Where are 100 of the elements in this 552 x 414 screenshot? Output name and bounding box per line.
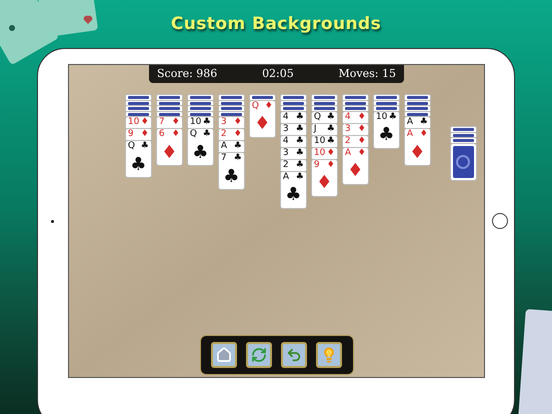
playing-card[interactable]: Q ♦ ♦ xyxy=(248,100,276,138)
card-rank: 10 xyxy=(190,117,202,128)
playing-card[interactable]: 6 ♦ ♦ xyxy=(156,128,183,166)
timer-text: 02:05 xyxy=(262,66,294,82)
card-rank: 3 xyxy=(282,124,289,134)
card-rank: 9 xyxy=(128,129,134,140)
moves-text: Moves: 15 xyxy=(338,66,396,82)
score-text: Score: 986 xyxy=(157,66,218,82)
card-pip: ♣ xyxy=(223,166,240,186)
playing-card[interactable]: 3 ♣ xyxy=(280,122,307,134)
card-rank: Q xyxy=(314,112,321,122)
card-rank: 7 xyxy=(158,117,165,128)
card-suit: ♦ xyxy=(358,124,366,134)
card-suit: ♦ xyxy=(172,117,180,128)
card-suit: ♣ xyxy=(296,160,304,170)
card-pip: ♦ xyxy=(316,173,332,193)
playing-card[interactable]: Q ♣ ♣ xyxy=(124,140,152,178)
playing-card[interactable]: A ♦ ♦ xyxy=(404,128,431,166)
home-button[interactable] xyxy=(492,213,508,229)
refresh-icon xyxy=(251,347,267,363)
playing-card[interactable]: 10 ♣ ♣ xyxy=(372,110,400,148)
playing-card[interactable]: Q ♣ xyxy=(310,110,338,122)
playing-card[interactable]: 10 ♦ xyxy=(124,116,152,128)
playing-card[interactable]: 10 ♣ xyxy=(310,134,338,146)
lightbulb-icon xyxy=(321,347,337,363)
playing-card[interactable]: 4 ♣ xyxy=(280,110,307,122)
toolbar-button[interactable] xyxy=(281,342,307,368)
playing-card[interactable]: J ♣ xyxy=(310,122,338,134)
card-suit: ♣ xyxy=(296,136,304,146)
card-rank: 7 xyxy=(220,153,227,164)
card-suit: ♣ xyxy=(140,141,149,152)
card-suit: ♦ xyxy=(326,148,335,158)
card-suit: ♣ xyxy=(202,129,211,140)
toolbar-button[interactable] xyxy=(316,342,342,368)
card-suit: ♦ xyxy=(172,129,180,140)
playing-card[interactable]: 10 ♦ xyxy=(310,146,338,158)
playing-card[interactable]: Q ♣ ♣ xyxy=(186,128,214,166)
card-rank: 4 xyxy=(282,136,289,146)
card-suit: ♣ xyxy=(326,136,335,146)
playing-card[interactable]: 7 ♣ ♣ xyxy=(218,152,245,190)
card-rank: 3 xyxy=(344,124,351,134)
playing-card[interactable]: 2 ♣ xyxy=(280,158,307,170)
card-suit: ♦ xyxy=(140,117,149,128)
playing-card[interactable]: 2 ♦ xyxy=(218,128,245,140)
playing-card[interactable]: A ♣ ♣ xyxy=(280,170,307,208)
card-suit: ♦ xyxy=(234,117,242,128)
card-rank: A xyxy=(344,148,352,158)
card-suit: ♣ xyxy=(388,112,397,122)
card-rank: J xyxy=(314,124,317,134)
home-icon xyxy=(216,347,232,363)
card-suit: ♣ xyxy=(296,148,304,158)
card-suit: ♣ xyxy=(326,112,335,122)
card-rank: 10 xyxy=(376,112,388,122)
card-pip: ♦ xyxy=(347,161,364,181)
playing-card[interactable]: A ♣ xyxy=(218,140,245,152)
card-suit: ♦ xyxy=(420,129,428,140)
card-pip: ♣ xyxy=(130,154,146,174)
playing-card[interactable]: 7 ♦ xyxy=(156,116,183,128)
undo-icon xyxy=(286,347,302,363)
card-pip: ♣ xyxy=(192,142,208,162)
playing-card[interactable]: 2 ♦ xyxy=(342,134,369,146)
playing-card[interactable]: 3 ♦ xyxy=(218,116,245,128)
card-rank: 2 xyxy=(220,129,227,140)
card-rank: Q xyxy=(190,129,197,140)
card-suit: ♦ xyxy=(358,112,366,122)
card-rank: 10 xyxy=(314,136,326,146)
headline: Custom Backgrounds xyxy=(170,13,382,36)
playing-card[interactable]: 9 ♦ xyxy=(124,128,152,140)
card-suit: ♦ xyxy=(234,129,242,140)
card-pip: ♣ xyxy=(378,125,394,145)
playing-card[interactable]: 3 ♣ xyxy=(280,146,307,158)
playing-card[interactable]: 4 ♦ xyxy=(342,110,369,122)
playing-card[interactable]: 10 ♣ xyxy=(186,116,214,128)
card-suit: ♣ xyxy=(296,172,304,182)
playing-card[interactable]: 3 ♦ xyxy=(342,122,369,134)
card-suit: ♣ xyxy=(326,124,335,134)
card-suit: ♣ xyxy=(234,153,242,164)
card-suit: ♣ xyxy=(202,117,211,128)
card-back xyxy=(248,94,276,100)
card-pip: ♦ xyxy=(409,142,426,162)
playing-card[interactable]: A ♣ xyxy=(404,116,431,128)
card-suit: ♦ xyxy=(358,136,366,146)
card-suit: ♦ xyxy=(326,160,335,170)
card-rank: 2 xyxy=(282,160,289,170)
card-rank: Q xyxy=(128,141,135,152)
card-rank: Q xyxy=(252,100,259,112)
card-pip: ♦ xyxy=(161,142,178,162)
card-rank: 4 xyxy=(344,112,351,122)
playing-card[interactable]: A ♦ ♦ xyxy=(342,146,369,184)
card-suit: ♣ xyxy=(420,117,428,128)
card-suit: ♦ xyxy=(358,148,366,158)
card-rank: 3 xyxy=(282,148,289,158)
card-rank: 2 xyxy=(344,136,351,146)
playing-card[interactable]: 4 ♣ xyxy=(280,134,307,146)
card-suit: ♦ xyxy=(264,100,273,112)
playing-card[interactable]: 9 ♦ ♦ xyxy=(310,158,338,196)
card-rank: A xyxy=(406,129,414,140)
card-suit: ♣ xyxy=(296,124,304,134)
toolbar-button[interactable] xyxy=(246,342,272,368)
toolbar-button[interactable] xyxy=(211,342,237,368)
